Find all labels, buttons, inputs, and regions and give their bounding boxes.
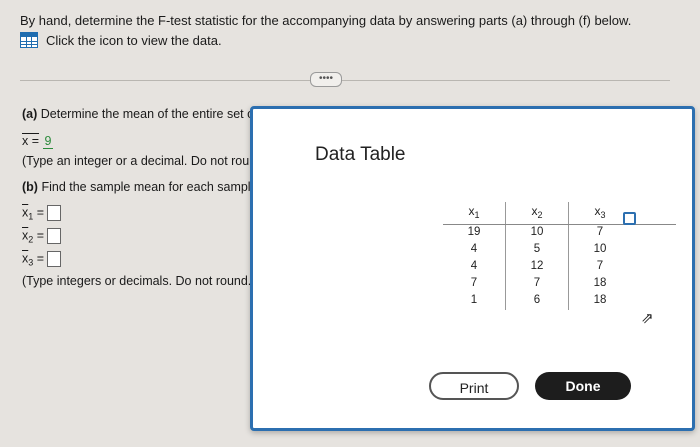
table-cell: 10: [505, 224, 569, 242]
table-cell: 7: [505, 276, 569, 293]
table-cell: 4: [443, 242, 506, 259]
column-x3-sub: 3: [600, 210, 606, 220]
table-cell: 12: [505, 259, 569, 276]
print-button[interactable]: Print: [429, 372, 519, 400]
mean-x2-input[interactable]: [47, 228, 62, 244]
table-cell: 7: [443, 276, 506, 293]
mean-x2-row: x2 =: [22, 228, 62, 245]
mean-x1-sub: 1: [28, 211, 34, 222]
mean-x2-sub: 2: [28, 234, 34, 245]
expand-button[interactable]: ••••: [310, 72, 342, 87]
table-cell: 18: [593, 294, 607, 306]
mean-x3-row: x3 =: [22, 251, 62, 268]
table-header-row: x1 x2 x3: [443, 202, 676, 225]
table-cell: 19: [443, 224, 506, 242]
data-table: x1 x2 x3 19 10 7 4 5 10 4 12 7 7 7 18 1 …: [443, 202, 676, 310]
table-cell: 6: [505, 293, 569, 310]
section-divider: [20, 80, 670, 81]
data-table-dialog: Data Table x1 x2 x3 19 10 7 4 5 10 4 12 …: [250, 106, 695, 431]
part-a-answer[interactable]: 9: [42, 134, 54, 149]
data-link-text[interactable]: Click the icon to view the data.: [46, 33, 222, 48]
mean-x3-sub: 3: [28, 257, 34, 268]
table-cell: 18: [593, 277, 607, 289]
data-link-row[interactable]: Click the icon to view the data.: [20, 32, 222, 48]
table-cell: 5: [505, 242, 569, 259]
part-b-label: (b): [22, 180, 38, 194]
column-x1-sub: 1: [474, 210, 480, 220]
table-cell: 10: [593, 243, 607, 255]
table-cell: 1: [443, 293, 506, 310]
column-header-x2: x2: [505, 202, 569, 225]
table-row: 4 5 10: [443, 242, 676, 259]
part-a-label: (a): [22, 107, 38, 121]
table-row: 4 12 7: [443, 259, 676, 276]
mean-x3-input[interactable]: [47, 251, 62, 267]
dialog-title: Data Table: [315, 144, 406, 165]
part-a-hint: (Type an integer or a decimal. Do not ro…: [22, 154, 257, 168]
column-header-tail: [631, 202, 676, 225]
instruction-text: By hand, determine the F-test statistic …: [20, 13, 632, 28]
column-header-x3: x3: [568, 202, 631, 225]
xbar-label: x =: [22, 134, 40, 148]
part-b-hint: (Type integers or decimals. Do not round…: [22, 274, 256, 288]
part-b-question: (b) Find the sample mean for each sample: [22, 180, 258, 194]
table-icon[interactable]: [20, 32, 38, 48]
mouse-cursor-icon: ⇗: [641, 310, 654, 327]
table-cell: 4: [443, 259, 506, 276]
done-button[interactable]: Done: [535, 372, 631, 400]
part-a-answer-row: x = 9: [22, 134, 54, 149]
mean-x3-eq: =: [36, 251, 45, 266]
table-row: 7 7 18: [443, 276, 676, 293]
table-cell: 7: [596, 226, 604, 238]
column-x2-sub: 2: [537, 210, 543, 220]
copy-icon[interactable]: [623, 212, 636, 225]
mean-x1-input[interactable]: [47, 205, 62, 221]
part-a-text: Determine the mean of the entire set of: [40, 107, 258, 121]
mean-x2-eq: =: [36, 228, 45, 243]
mean-x1-row: x1 =: [22, 205, 62, 222]
table-cell: 7: [596, 260, 604, 272]
mean-x1-eq: =: [36, 205, 45, 220]
column-header-x1: x1: [443, 202, 506, 225]
part-b-text: Find the sample mean for each sample: [41, 180, 258, 194]
part-a-question: (a) Determine the mean of the entire set…: [22, 107, 258, 121]
table-row: 19 10 7: [443, 224, 676, 242]
table-row: 1 6 18: [443, 293, 676, 310]
